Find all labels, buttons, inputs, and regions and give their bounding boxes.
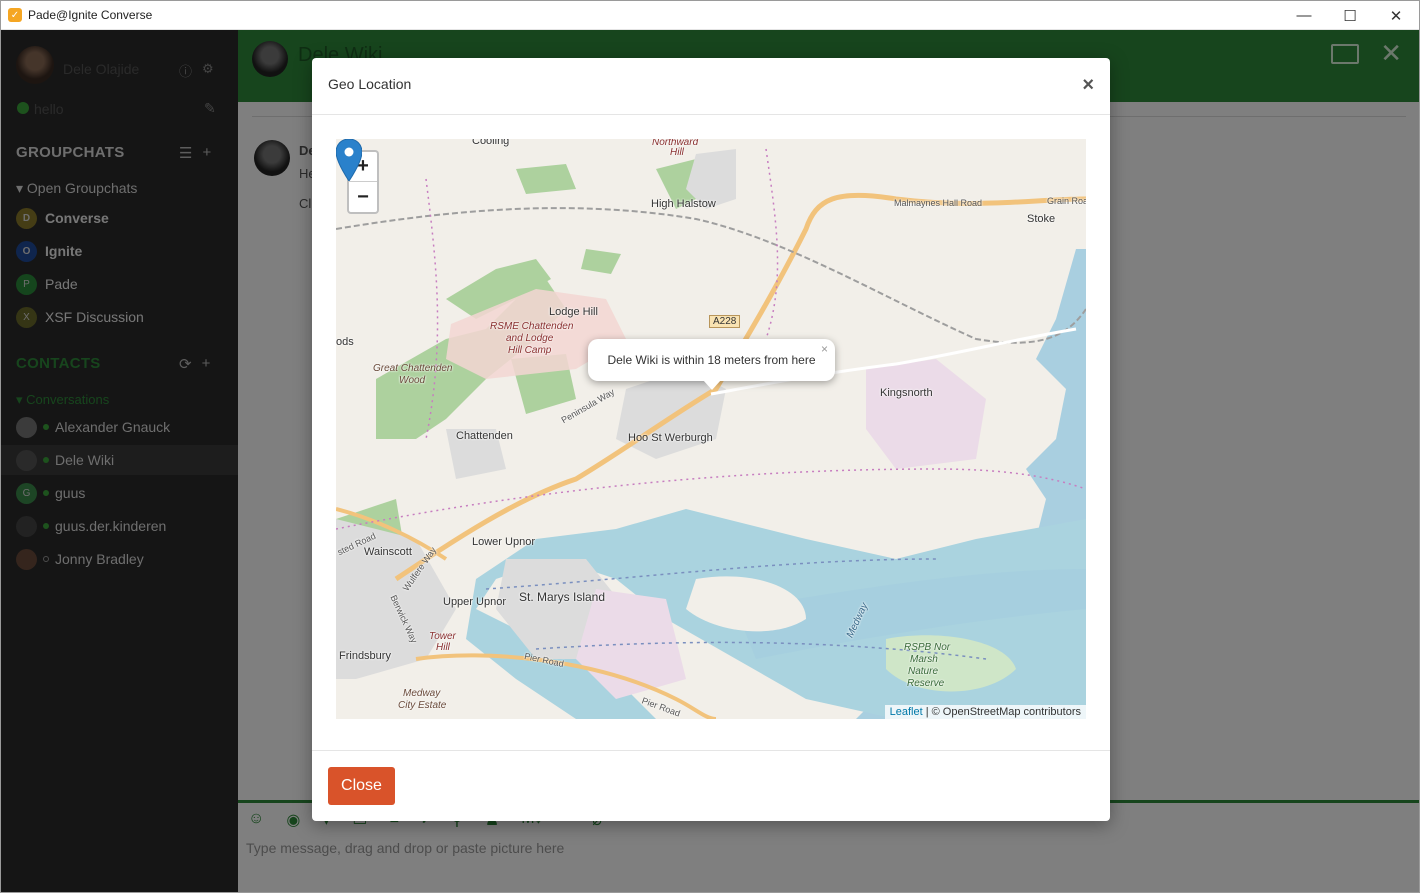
dialog-footer: Close bbox=[312, 750, 1110, 821]
road-shield: A228 bbox=[709, 315, 741, 328]
map-label: Kingsnorth bbox=[880, 387, 933, 399]
map-label: Great Chattenden bbox=[373, 363, 453, 374]
map-label: St. Marys Island bbox=[519, 590, 606, 604]
map-label: and Lodge bbox=[506, 333, 554, 344]
app-window: ✓ Pade@Ignite Converse — ☐ ✕ Dele Olajid… bbox=[0, 0, 1420, 893]
map-label: Malmaynes Hall Road bbox=[894, 198, 983, 208]
attribution-text: | © OpenStreetMap contributors bbox=[925, 706, 1081, 718]
map-label: ods bbox=[336, 336, 354, 348]
popup-close-icon[interactable]: × bbox=[821, 342, 828, 356]
map-label: Stoke bbox=[1027, 213, 1056, 225]
zoom-out-button[interactable]: − bbox=[349, 182, 377, 212]
dialog-header: Geo Location × bbox=[312, 58, 1110, 115]
geo-location-dialog: Geo Location × + − Cooling Northward Hil… bbox=[312, 58, 1110, 821]
map-label: Tower bbox=[429, 631, 456, 642]
map-view[interactable]: + − Cooling Northward Hill High Halstow … bbox=[336, 139, 1086, 719]
map-label: High Halstow bbox=[651, 198, 716, 210]
map-label: Chattenden bbox=[456, 430, 513, 442]
map-label: RSME Chattenden bbox=[490, 321, 574, 332]
dialog-close-icon[interactable]: × bbox=[1082, 74, 1094, 97]
map-label: Cooling bbox=[472, 139, 510, 147]
close-window-button[interactable]: ✕ bbox=[1373, 1, 1419, 30]
popup-text: Dele Wiki is within 18 meters from here bbox=[607, 353, 816, 367]
leaflet-link[interactable]: Leaflet bbox=[890, 706, 923, 718]
map-label: Hill bbox=[670, 147, 684, 158]
map-label: Hill Camp bbox=[508, 345, 552, 356]
map-label: Hoo St Werburgh bbox=[628, 432, 713, 444]
map-label: Medway bbox=[403, 688, 441, 699]
map-label: Upper Upnor bbox=[443, 596, 506, 608]
map-label: Lodge Hill bbox=[549, 306, 598, 318]
map-label: RSPB Nor bbox=[904, 642, 951, 653]
map-label: Hill bbox=[436, 642, 450, 653]
title-bar: ✓ Pade@Ignite Converse — ☐ ✕ bbox=[1, 1, 1419, 30]
map-label: Wainscott bbox=[364, 546, 412, 558]
minimize-button[interactable]: — bbox=[1281, 1, 1327, 30]
window-title: Pade@Ignite Converse bbox=[28, 8, 153, 22]
map-label: City Estate bbox=[398, 700, 447, 711]
close-button[interactable]: Close bbox=[328, 767, 395, 805]
window-controls: — ☐ ✕ bbox=[1281, 1, 1419, 30]
map-label: Wood bbox=[399, 375, 426, 386]
app-logo-icon: ✓ bbox=[8, 8, 22, 22]
map-label: Nature bbox=[908, 666, 939, 677]
map-label: Frindsbury bbox=[339, 650, 391, 662]
map-label: Marsh bbox=[910, 654, 938, 665]
map-label: Lower Upnor bbox=[472, 536, 535, 548]
location-popup: Dele Wiki is within 18 meters from here … bbox=[588, 339, 835, 390]
maximize-button[interactable]: ☐ bbox=[1327, 1, 1373, 30]
dialog-title: Geo Location bbox=[328, 76, 412, 92]
map-label: Grain Road bbox=[1047, 196, 1086, 206]
location-marker-icon[interactable] bbox=[336, 139, 362, 181]
map-attribution: Leaflet | © OpenStreetMap contributors bbox=[884, 705, 1086, 719]
map-label: Reserve bbox=[907, 678, 945, 689]
